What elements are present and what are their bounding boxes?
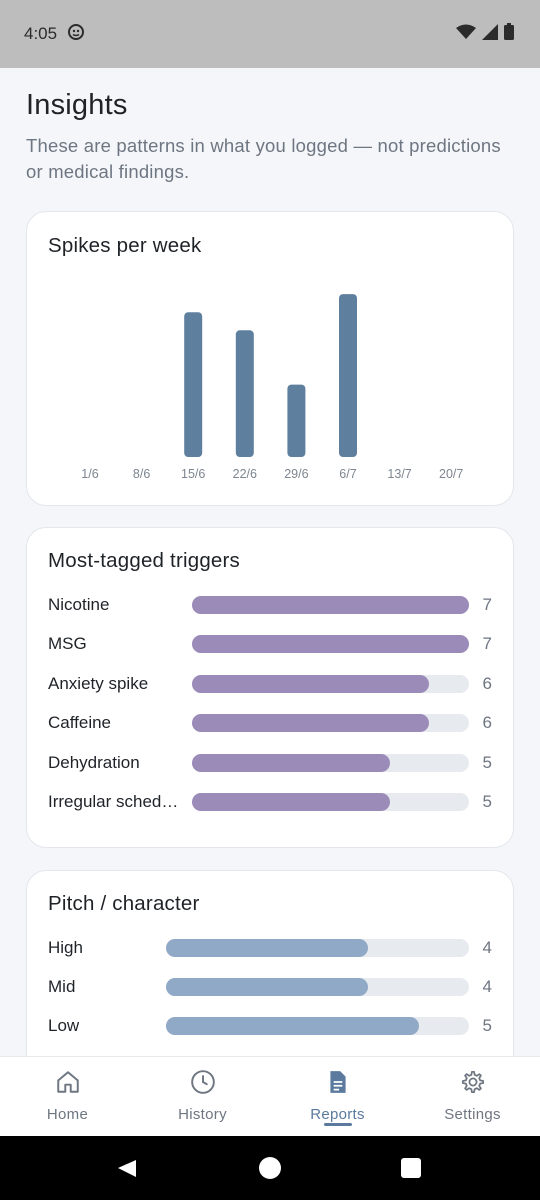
x-tick-label: 13/7 (387, 467, 411, 481)
system-nav-bar (0, 1136, 540, 1200)
gear-icon (460, 1069, 486, 1100)
pitch-bar-track (166, 939, 469, 957)
active-tab-indicator (323, 1123, 352, 1126)
nav-home-label: Home (46, 1106, 89, 1123)
nav-settings[interactable]: Settings (405, 1057, 540, 1136)
trigger-label: Anxiety spike (48, 673, 149, 693)
home-button-icon[interactable] (259, 1157, 281, 1179)
pitch-bar-track (166, 978, 469, 996)
back-icon[interactable] (118, 1160, 136, 1177)
trigger-bar-track (192, 714, 469, 733)
page-title: Insights (26, 89, 128, 121)
nav-home[interactable]: Home (0, 1057, 135, 1136)
trigger-bar-track (192, 635, 469, 654)
home-icon (55, 1069, 81, 1100)
x-tick-label: 1/6 (81, 467, 98, 481)
trigger-count: 6 (482, 673, 492, 693)
trigger-row: Nicotine 7 (48, 593, 492, 617)
nav-history-label: History (178, 1106, 227, 1123)
signal-icon (482, 23, 498, 45)
spike-bar-29-6 (287, 384, 306, 457)
status-time: 4:05 (24, 24, 58, 43)
pitch-bar-fill (166, 939, 368, 957)
trigger-bar-fill (192, 714, 430, 733)
pitch-row: Mid 4 (48, 975, 492, 999)
page-subtitle: These are patterns in what you logged — … (26, 135, 501, 182)
pitch-title: Pitch / character (48, 892, 200, 915)
nav-history[interactable]: History (135, 1057, 270, 1136)
clock-icon (190, 1069, 216, 1100)
pitch-count: 5 (482, 1016, 492, 1035)
pitch-label: Mid (48, 977, 76, 996)
trigger-bar-track (192, 753, 469, 772)
spike-bar-15-6 (184, 312, 203, 457)
trigger-row: Dehydration 5 (48, 751, 492, 775)
x-tick-label: 29/6 (284, 467, 308, 481)
nav-reports-label: Reports (310, 1106, 365, 1123)
trigger-bar-fill (192, 793, 390, 811)
x-tick-label: 20/7 (439, 467, 463, 481)
trigger-row: MSG 7 (48, 632, 492, 656)
pitch-bar-track (166, 1017, 469, 1035)
triggers-card: Most-tagged triggers Nicotine 7 MSG 7 Anxiet… (26, 527, 514, 848)
pitch-count: 4 (482, 938, 492, 957)
nav-reports[interactable]: Reports (270, 1057, 405, 1136)
triggers-title: Most-tagged triggers (48, 549, 241, 572)
spikes-chart-card: Spikes per week 1/6 8/6 15/6 22/6 29/6 6/7 13/… (26, 211, 514, 506)
trigger-bar-fill (192, 635, 469, 654)
trigger-count: 7 (482, 634, 492, 654)
spikes-bar-chart: 1/6 8/6 15/6 22/6 29/6 6/7 13/7 20/7 (81, 294, 463, 481)
bottom-nav: Home History Reports Settings (0, 1056, 540, 1136)
x-tick-label: 22/6 (233, 467, 257, 481)
trigger-bar-track (192, 674, 469, 693)
trigger-label: Caffeine (48, 713, 112, 733)
pitch-bar-fill (166, 978, 368, 996)
x-tick-label: 8/6 (133, 467, 150, 481)
pitch-bar-fill (166, 1017, 419, 1035)
wifi-icon (456, 24, 476, 45)
trigger-count: 5 (482, 792, 492, 811)
trigger-row: Irregular sched… 5 (48, 790, 492, 814)
battery-icon (504, 23, 514, 45)
trigger-bar-track (192, 793, 469, 811)
recents-icon[interactable] (401, 1158, 421, 1178)
trigger-bar-fill (192, 674, 430, 693)
document-icon (325, 1069, 351, 1100)
pitch-label: Low (48, 1016, 80, 1035)
nav-settings-label: Settings (444, 1106, 501, 1123)
trigger-label: MSG (48, 634, 87, 654)
trigger-bar-track (192, 596, 469, 614)
trigger-bar-fill (192, 753, 390, 772)
x-tick-label: 15/6 (181, 467, 205, 481)
notification-icon (67, 23, 85, 46)
trigger-label: Irregular sched… (48, 792, 179, 811)
trigger-count: 6 (482, 713, 492, 733)
spike-bar-22-6 (235, 330, 254, 457)
x-tick-label: 6/7 (339, 467, 356, 481)
pitch-row: Low 5 (48, 1014, 492, 1038)
pitch-row: High 4 (48, 936, 492, 960)
trigger-row: Anxiety spike 6 (48, 672, 492, 696)
trigger-row: Caffeine 6 (48, 711, 492, 735)
pitch-count: 4 (482, 977, 492, 996)
status-bar: 4:05 (0, 0, 540, 68)
pitch-label: High (48, 938, 83, 957)
trigger-label: Dehydration (48, 752, 140, 772)
spike-bar-6-7 (339, 294, 357, 457)
trigger-bar-fill (192, 596, 469, 614)
trigger-label: Nicotine (48, 595, 110, 614)
trigger-count: 7 (482, 595, 492, 614)
trigger-count: 5 (482, 752, 492, 772)
